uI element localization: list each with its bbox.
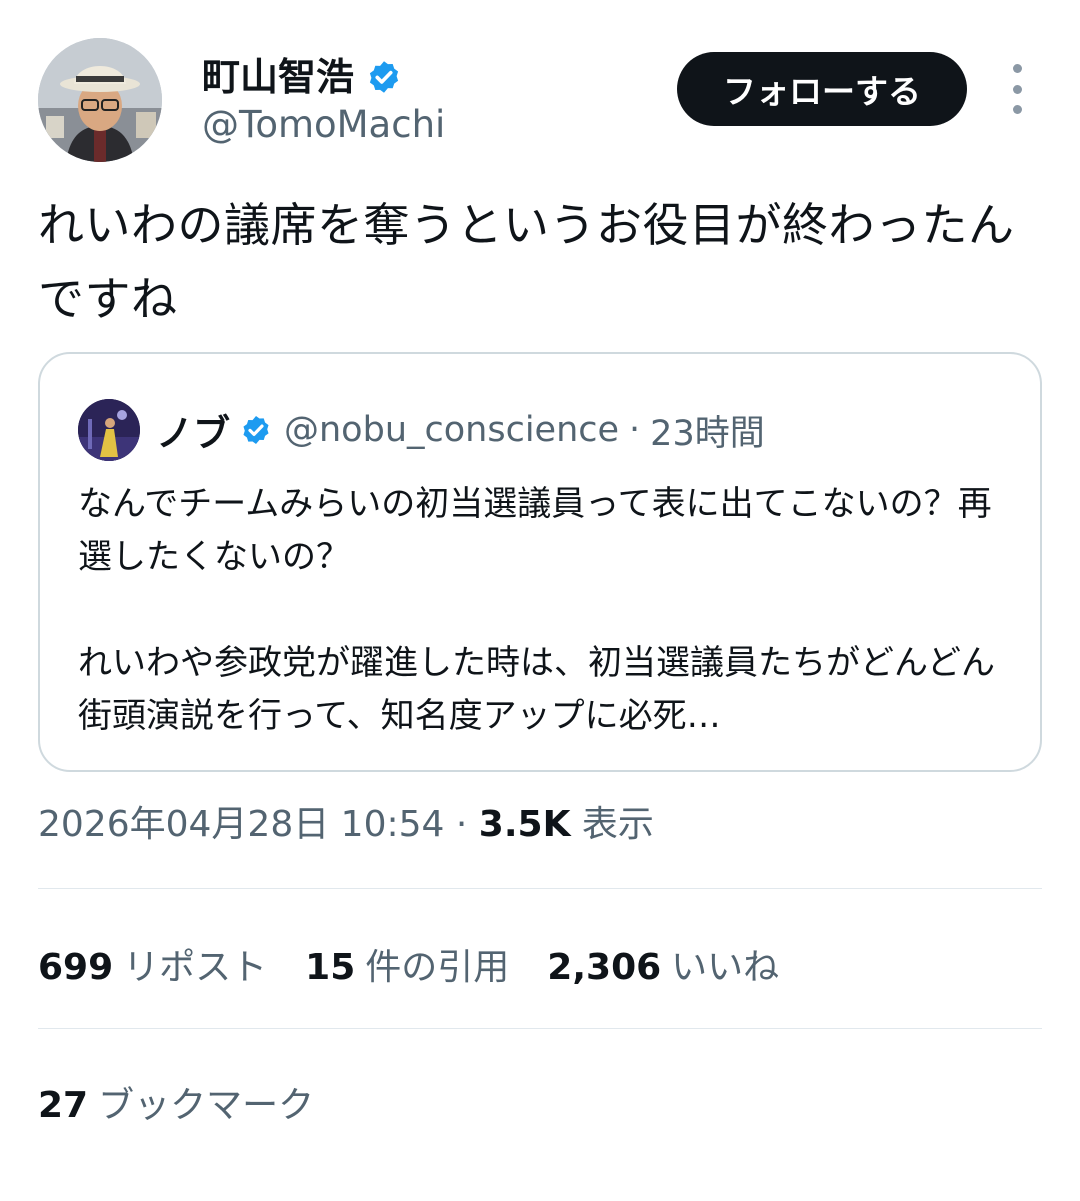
more-dot bbox=[1012, 64, 1022, 73]
likes-count: 2,306 bbox=[547, 947, 662, 988]
quoted-verified-badge-icon bbox=[240, 414, 272, 446]
tweet-text: れいわの議席を奪うというお役目が終わったんですね bbox=[38, 198, 1015, 326]
bookmarks-label: ブックマーク bbox=[98, 1085, 315, 1126]
divider bbox=[38, 888, 1042, 889]
views-label: 表示 bbox=[581, 804, 654, 845]
author-handle[interactable]: @TomoMachi bbox=[202, 102, 445, 148]
reposts-label: リポスト bbox=[123, 947, 268, 988]
quoted-avatar-image bbox=[78, 399, 140, 461]
quoted-tweet-header: ノブ @nobu_conscience · 23時間 bbox=[78, 398, 765, 462]
bookmarks-stats: 27 ブックマーク bbox=[38, 1074, 352, 1130]
engagement-stats: 699 リポスト 15 件の引用 2,306 いいね bbox=[38, 936, 817, 992]
divider bbox=[38, 1028, 1042, 1029]
reposts-stat[interactable]: 699 リポスト bbox=[38, 938, 267, 990]
quoted-separator: · bbox=[629, 410, 641, 450]
author-avatar[interactable] bbox=[38, 38, 162, 162]
views-count: 3.5K bbox=[478, 804, 571, 845]
quotes-stat[interactable]: 15 件の引用 bbox=[305, 938, 509, 990]
follow-button[interactable]: フォローする bbox=[677, 52, 967, 126]
bookmarks-count: 27 bbox=[38, 1085, 89, 1126]
author-name[interactable]: 町山智浩 bbox=[202, 52, 354, 102]
more-dot bbox=[1012, 105, 1022, 114]
quoted-author-name[interactable]: ノブ bbox=[156, 403, 230, 457]
verified-badge-icon bbox=[366, 59, 402, 95]
tweet-meta: 2026年04月28日 10:54 · 3.5K 表示 bbox=[38, 800, 654, 850]
avatar-image bbox=[38, 38, 162, 162]
quoted-tweet-text: なんでチームみらいの初当選議員って表に出てこないの？再選したくないの？ れいわや… bbox=[78, 484, 995, 736]
quotes-count: 15 bbox=[305, 947, 356, 988]
quoted-time[interactable]: 23時間 bbox=[650, 405, 765, 456]
tweet-timestamp[interactable]: 2026年04月28日 10:54 bbox=[38, 804, 444, 845]
quoted-tweet-card[interactable]: ノブ @nobu_conscience · 23時間 なんでチームみらいの初当選… bbox=[38, 352, 1042, 772]
more-options-icon[interactable] bbox=[1000, 64, 1034, 114]
quoted-author-avatar[interactable] bbox=[78, 399, 140, 461]
reposts-count: 699 bbox=[38, 947, 114, 988]
quoted-author-handle[interactable]: @nobu_conscience bbox=[284, 410, 619, 450]
more-dot bbox=[1012, 84, 1022, 94]
bookmarks-stat[interactable]: 27 ブックマーク bbox=[38, 1076, 314, 1128]
likes-stat[interactable]: 2,306 いいね bbox=[547, 938, 779, 990]
likes-label: いいね bbox=[671, 947, 780, 988]
meta-separator: · bbox=[455, 804, 468, 845]
author-name-row: 町山智浩 bbox=[202, 52, 402, 102]
quotes-label: 件の引用 bbox=[365, 947, 510, 988]
